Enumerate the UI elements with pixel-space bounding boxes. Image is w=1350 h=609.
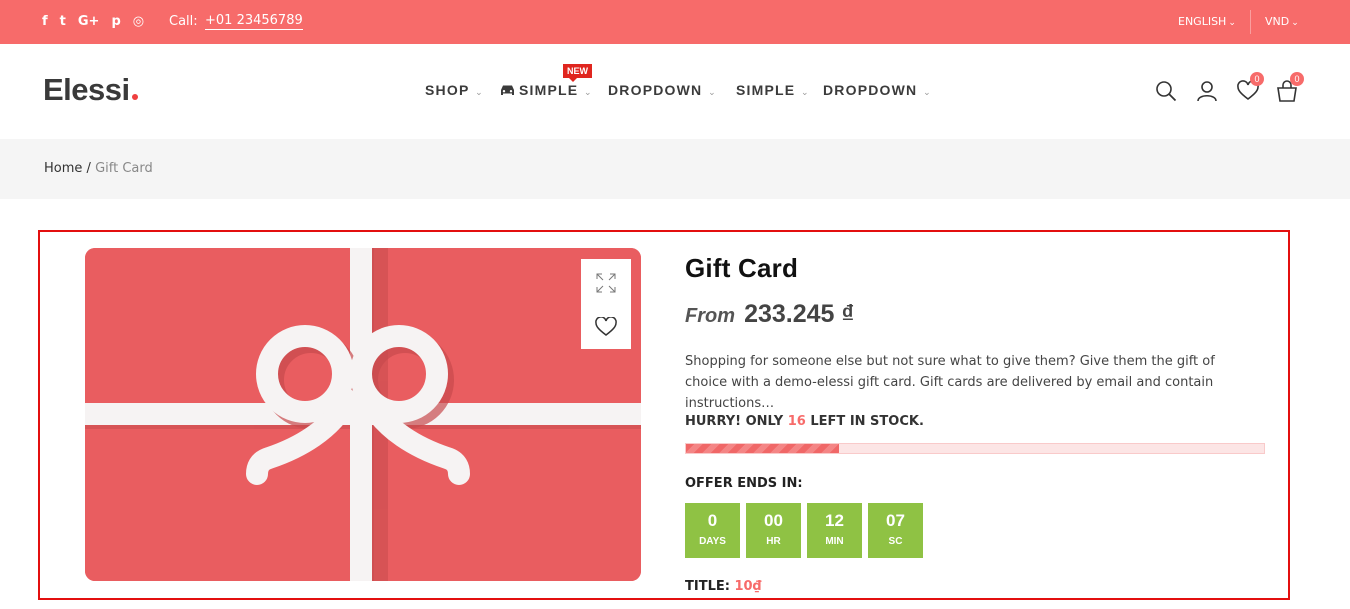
countdown-unit: HR — [766, 536, 781, 547]
countdown-unit: SC — [888, 536, 903, 547]
breadcrumb-separator: / — [86, 161, 91, 176]
car-icon — [501, 85, 514, 95]
variant-title-value[interactable]: 10₫ — [734, 579, 761, 594]
image-tools — [581, 259, 631, 349]
google-plus-icon[interactable]: G+ — [78, 14, 100, 30]
nav-simple-1[interactable]: SIMPLE ⌄ — [499, 82, 593, 98]
stock-progress-bar — [685, 443, 1265, 454]
product-image[interactable] — [85, 248, 641, 581]
instagram-icon[interactable]: ◎ — [133, 14, 144, 30]
product-price: From 233.245 ₫ — [685, 300, 854, 329]
search-icon[interactable] — [1155, 80, 1177, 102]
main-header: Elessi SHOP ⌄ SIMPLE ⌄ NEW DROPDOWN ⌄ SI… — [0, 44, 1350, 139]
chevron-down-icon: ⌄ — [919, 87, 932, 97]
logo-text: Elessi — [43, 72, 130, 107]
nav-dropdown-label: DROPDOWN — [823, 82, 918, 98]
stock-progress-fill — [686, 444, 840, 453]
variant-title: TITLE: 10₫ — [685, 579, 762, 594]
phone-link[interactable]: +01 23456789 — [205, 13, 303, 30]
variant-title-label: TITLE: — [685, 579, 730, 594]
breadcrumb-home[interactable]: Home — [44, 161, 82, 176]
nav-simple-2[interactable]: SIMPLE ⌄ — [736, 82, 810, 98]
stock-notice: HURRY! ONLY 16 LEFT IN STOCK. — [685, 414, 924, 429]
stock-suffix: LEFT IN STOCK. — [810, 414, 924, 429]
product-description: Shopping for someone else but not sure w… — [685, 354, 1215, 411]
new-badge: NEW — [563, 64, 592, 82]
facebook-icon[interactable]: f — [42, 14, 48, 30]
stock-prefix: HURRY! ONLY — [685, 414, 784, 429]
nav-shop-label: SHOP — [425, 82, 470, 98]
twitter-icon[interactable]: t — [60, 14, 66, 30]
top-bar: f t G+ p ◎ Call: +01 23456789 ENGLISH ⌄ V… — [0, 0, 1350, 44]
breadcrumb-bar: Home / Gift Card — [0, 139, 1350, 199]
chevron-down-icon: ⌄ — [1228, 18, 1236, 28]
chevron-down-icon: ⌄ — [580, 87, 593, 97]
countdown-minutes: 12 MIN — [807, 503, 862, 558]
countdown-days: 0 DAYS — [685, 503, 740, 558]
language-selector[interactable]: ENGLISH ⌄ — [1178, 15, 1236, 28]
expand-icon[interactable] — [596, 273, 616, 293]
chevron-down-icon: ⌄ — [1291, 18, 1299, 28]
nav-dropdown-2[interactable]: DROPDOWN ⌄ — [823, 82, 932, 98]
price-amount: 233.245 ₫ — [744, 300, 855, 328]
nav-dropdown-label: DROPDOWN — [608, 82, 703, 98]
countdown-unit: MIN — [825, 536, 844, 547]
nav-simple-label: SIMPLE — [736, 82, 796, 98]
cart-count-badge: 0 — [1290, 72, 1304, 86]
chevron-down-icon: ⌄ — [704, 87, 717, 97]
product-title: Gift Card — [685, 253, 799, 283]
nav-dropdown-1[interactable]: DROPDOWN ⌄ — [608, 82, 717, 98]
chevron-down-icon: ⌄ — [471, 87, 484, 97]
site-logo[interactable]: Elessi — [43, 72, 138, 108]
nav-simple-label: SIMPLE — [519, 82, 579, 98]
countdown-unit: DAYS — [699, 536, 726, 547]
pinterest-icon[interactable]: p — [111, 14, 120, 30]
social-links: f t G+ p ◎ — [42, 14, 156, 30]
stock-count: 16 — [787, 414, 806, 429]
currency-label: VND — [1265, 15, 1290, 28]
call-label: Call: — [169, 14, 198, 29]
breadcrumb: Home / Gift Card — [44, 161, 153, 176]
countdown-value: 0 — [707, 511, 718, 530]
chevron-down-icon: ⌄ — [797, 87, 810, 97]
nav-shop[interactable]: SHOP ⌄ — [425, 82, 484, 98]
user-icon[interactable] — [1196, 80, 1218, 102]
breadcrumb-current: Gift Card — [95, 161, 153, 176]
wishlist-count-badge: 0 — [1250, 72, 1264, 86]
offer-label: OFFER ENDS IN: — [685, 476, 803, 491]
language-label: ENGLISH — [1178, 15, 1227, 28]
wishlist-heart-icon[interactable] — [595, 317, 617, 337]
countdown-value: 12 — [825, 511, 844, 530]
countdown-seconds: 07 SC — [868, 503, 923, 558]
countdown-value: 00 — [764, 511, 783, 530]
gift-card-illustration — [85, 248, 641, 581]
divider — [1250, 10, 1251, 34]
logo-dot — [131, 94, 138, 100]
currency-selector[interactable]: VND ⌄ — [1265, 15, 1299, 28]
countdown-hours: 00 HR — [746, 503, 801, 558]
price-prefix: From — [685, 305, 735, 327]
countdown-value: 07 — [886, 511, 905, 530]
